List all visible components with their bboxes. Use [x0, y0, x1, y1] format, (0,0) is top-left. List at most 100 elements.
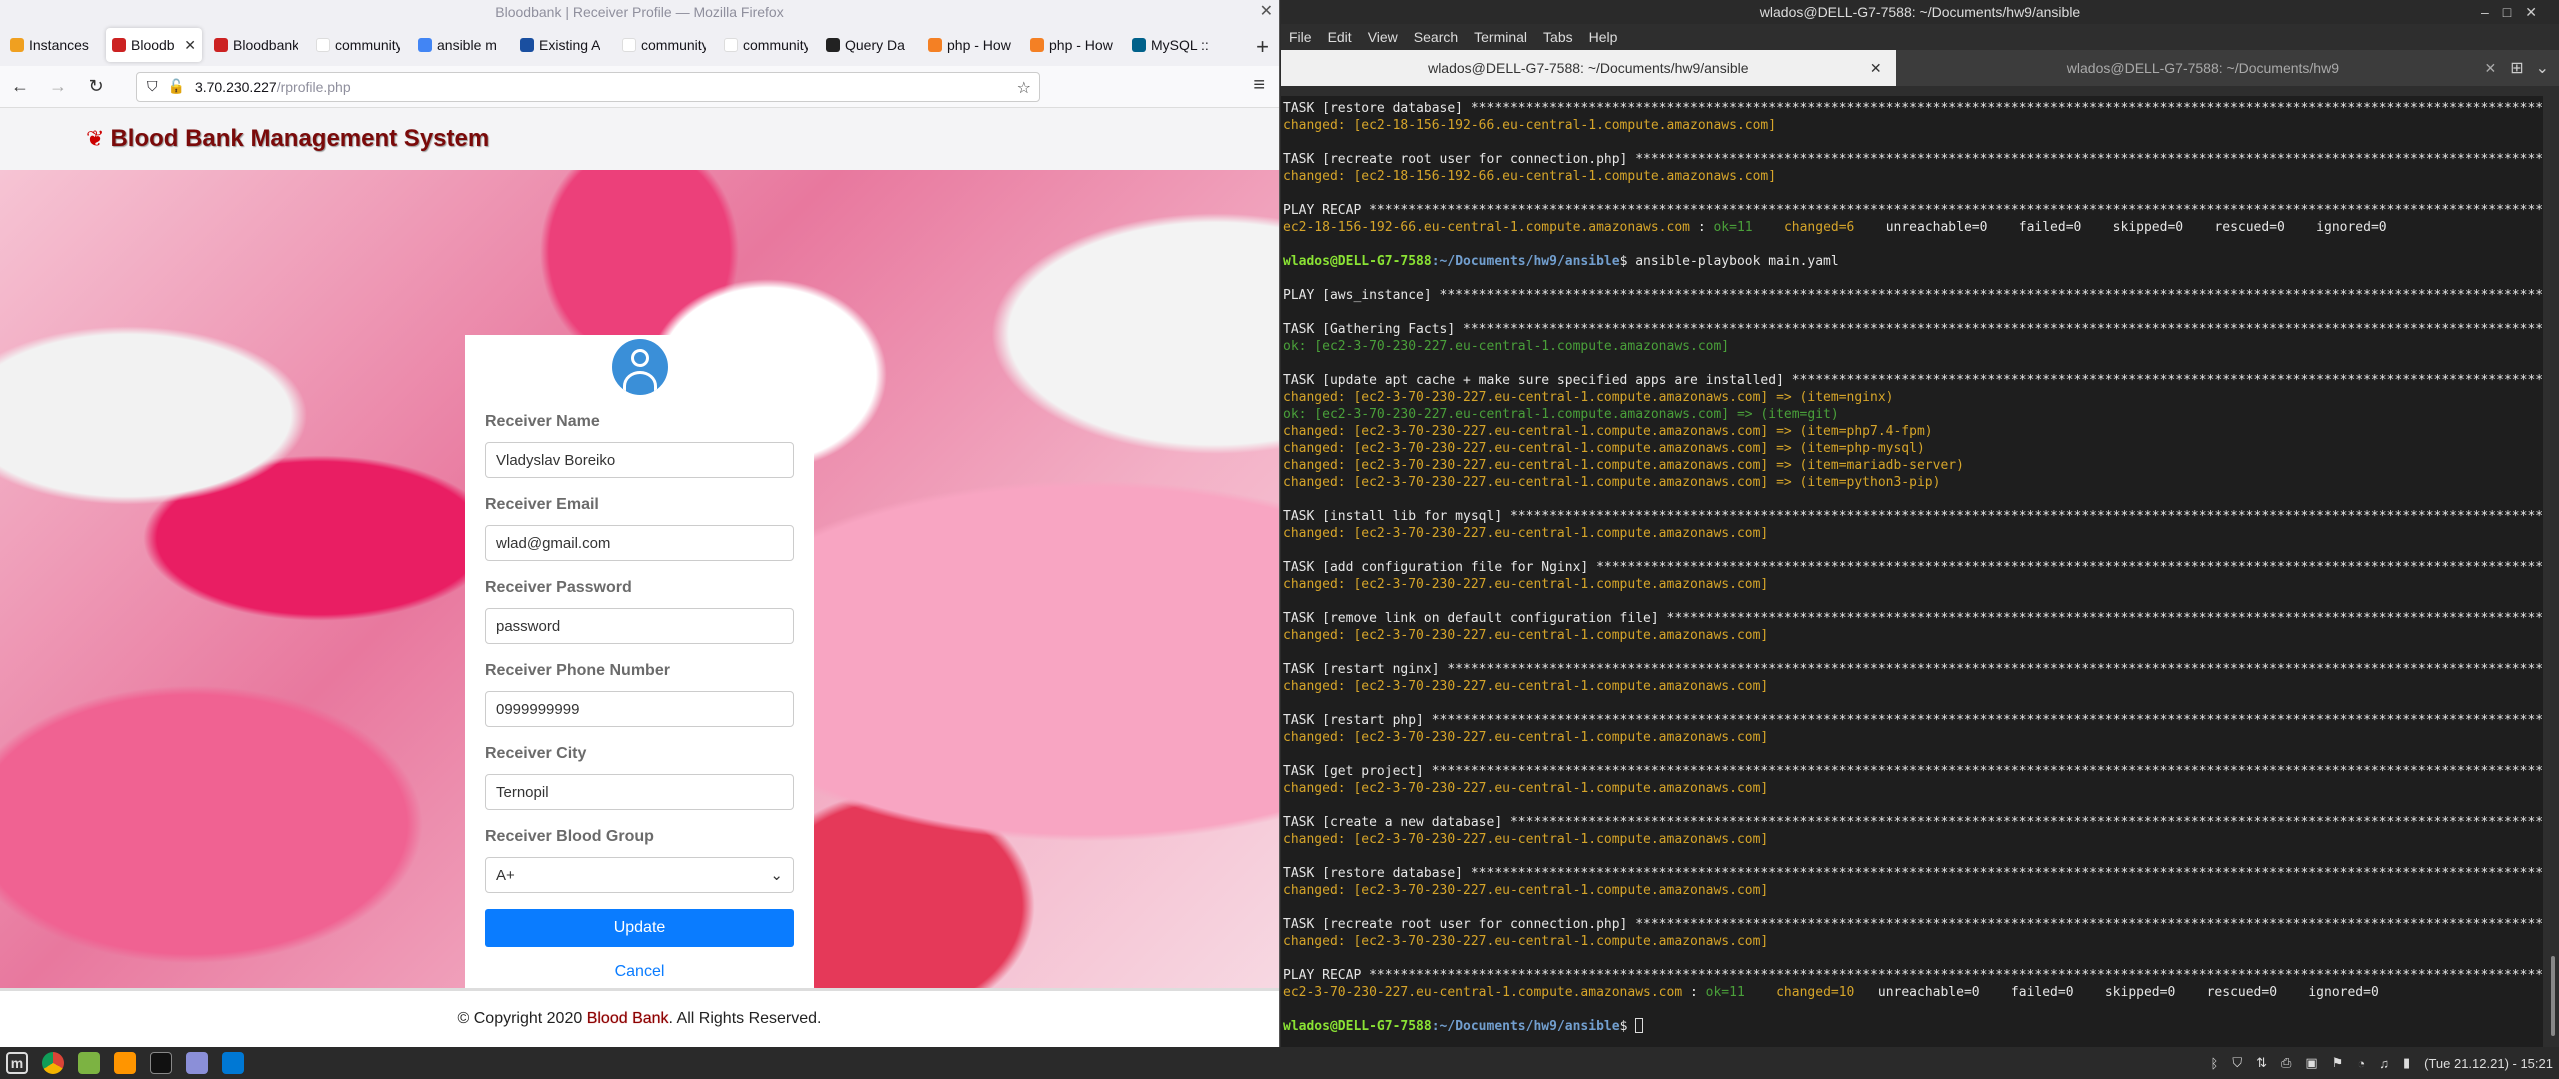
tab-label: Bloodbank: [233, 37, 298, 53]
terminal-menu-item[interactable]: View: [1368, 29, 1398, 45]
firefox-close-window-icon[interactable]: ✕: [1260, 0, 1273, 24]
window-controls-icon[interactable]: –□✕: [2481, 0, 2551, 24]
clock[interactable]: (Tue 21.12.21) - 15:21: [2424, 1056, 2553, 1071]
firefox-window: Bloodbank | Receiver Profile — Mozilla F…: [0, 0, 1280, 1047]
terminal-line: changed: [ec2-3-70-230-227.eu-central-1.…: [1283, 832, 1769, 847]
network-icon[interactable]: ⇅: [2256, 1055, 2267, 1071]
mint-menu-icon[interactable]: m: [6, 1052, 28, 1074]
field-label: Receiver Email: [485, 496, 599, 513]
terminal-line: wlados@DELL-G7-7588:~/Documents/hw9/ansi…: [1283, 254, 1839, 269]
tab-label: Instances: [29, 37, 89, 53]
terminal-line: changed: [ec2-3-70-230-227.eu-central-1.…: [1283, 441, 1925, 456]
site-header: ❦ Blood Bank Management System: [0, 108, 1279, 170]
close-tab-icon[interactable]: ✕: [1870, 60, 1882, 77]
terminal-line: ec2-18-156-192-66.eu-central-1.compute.a…: [1283, 220, 2387, 235]
update-button[interactable]: Update: [485, 909, 794, 947]
keyboard-layout-flag-icon[interactable]: ⚑: [2332, 1055, 2344, 1071]
tab-favicon-icon: [928, 38, 942, 52]
terminal-output[interactable]: TASK [restore database] ****************…: [1281, 96, 2543, 1047]
files-icon[interactable]: [78, 1052, 100, 1074]
browser-tab[interactable]: Query Da: [820, 28, 916, 62]
shield-icon[interactable]: ⛉: [147, 78, 158, 95]
browser-tab[interactable]: php - How: [922, 28, 1018, 62]
form-input[interactable]: Ternopil: [485, 774, 794, 810]
firefox-titlebar: Bloodbank | Receiver Profile — Mozilla F…: [0, 0, 1279, 24]
browser-tab[interactable]: Bloodb ✕: [106, 28, 202, 62]
browser-tab[interactable]: ansible m: [412, 28, 508, 62]
browser-tab[interactable]: community.m: [718, 28, 814, 62]
close-tab-icon[interactable]: ✕: [184, 37, 196, 54]
terminal-line: changed: [ec2-3-70-230-227.eu-central-1.…: [1283, 934, 1769, 949]
blood-group-select[interactable]: A+ ⌄: [485, 857, 794, 893]
tab-favicon-icon: [10, 38, 24, 52]
reload-icon[interactable]: ↻: [86, 76, 106, 97]
firefox-window-title: Bloodbank | Receiver Profile — Mozilla F…: [495, 4, 784, 20]
chrome-icon[interactable]: [42, 1052, 64, 1074]
terminal-line: ok: [ec2-3-70-230-227.eu-central-1.compu…: [1283, 407, 1839, 422]
browser-tab[interactable]: community.m: [616, 28, 712, 62]
terminal-menu-item[interactable]: Edit: [1328, 29, 1352, 45]
vscode-icon[interactable]: [222, 1052, 244, 1074]
form-input[interactable]: wlad@gmail.com: [485, 525, 794, 561]
terminal-menu-item[interactable]: Help: [1589, 29, 1618, 45]
new-tab-icon[interactable]: ⊞: [2510, 58, 2523, 78]
cancel-link[interactable]: Cancel: [485, 963, 794, 981]
wifi-icon[interactable]: ◔: [2357, 1056, 2365, 1071]
terminal-menu-item[interactable]: Search: [1414, 29, 1458, 45]
site-title[interactable]: Blood Bank Management System: [110, 125, 489, 153]
terminal-menu-item[interactable]: File: [1289, 29, 1312, 45]
tab-menu-chevron-icon[interactable]: ⌄: [2536, 58, 2549, 78]
terminal-menu-item[interactable]: Tabs: [1543, 29, 1573, 45]
browser-tab[interactable]: community.m: [310, 28, 406, 62]
text-editor-icon[interactable]: [186, 1052, 208, 1074]
update-icon[interactable]: ▣: [2305, 1055, 2317, 1071]
field-label: Receiver Phone Number: [485, 662, 670, 679]
terminal-tab-ansible[interactable]: wlados@DELL-G7-7588: ~/Documents/hw9/ans…: [1281, 50, 1896, 86]
sound-icon[interactable]: ♫: [2379, 1056, 2389, 1071]
bluetooth-icon[interactable]: ᛒ: [2211, 1056, 2219, 1071]
hamburger-menu-icon[interactable]: ≡: [1253, 74, 1265, 97]
terminal-scrollbar[interactable]: [2551, 956, 2555, 1036]
url-bar[interactable]: ⛉ 🔓 3.70.230.227/rprofile.php ☆: [136, 71, 1040, 102]
browser-tab[interactable]: Existing A: [514, 28, 610, 62]
terminal-menu-item[interactable]: Terminal: [1474, 29, 1527, 45]
new-tab-plus-icon[interactable]: +: [1256, 34, 1269, 60]
terminal-line: TASK [remove link on default configurati…: [1283, 611, 2543, 626]
form-input[interactable]: 0999999999: [485, 691, 794, 727]
back-arrow-icon[interactable]: ←: [10, 76, 30, 97]
form-input[interactable]: Vladyslav Boreiko: [485, 442, 794, 478]
printer-icon[interactable]: ⎙: [2281, 1055, 2291, 1071]
shield-tray-icon[interactable]: ⛉: [2232, 1055, 2242, 1071]
terminal-line: TASK [add configuration file for Nginx] …: [1283, 560, 2543, 575]
terminal-line: TASK [install lib for mysql] ***********…: [1283, 509, 2543, 524]
terminal-line: changed: [ec2-18-156-192-66.eu-central-1…: [1283, 169, 1777, 184]
browser-tab[interactable]: php - How: [1024, 28, 1120, 62]
form-input[interactable]: password: [485, 608, 794, 644]
system-tray: ᛒ ⛉ ⇅ ⎙ ▣ ⚑ ◔ ♫ ▮ (Tue 21.12.21) - 15:21: [2211, 1047, 2554, 1079]
browser-tab[interactable]: Bloodbank: [208, 28, 304, 62]
firefox-icon[interactable]: [114, 1052, 136, 1074]
terminal-icon[interactable]: [150, 1052, 172, 1074]
terminal-line: TASK [restore database] ****************…: [1283, 101, 2543, 116]
browser-tab[interactable]: MySQL ::: [1126, 28, 1222, 62]
blood-group-label: Receiver Blood Group: [485, 828, 654, 845]
blood-group-value: A+: [496, 866, 515, 884]
terminal-tab-hw9[interactable]: wlados@DELL-G7-7588: ~/Documents/hw9 ✕: [1896, 50, 2511, 86]
chevron-down-icon: ⌄: [770, 867, 783, 884]
tab-favicon-icon: [316, 38, 330, 52]
bookmark-star-icon[interactable]: ☆: [1017, 78, 1031, 98]
browser-tab[interactable]: Instances: [4, 28, 100, 62]
insecure-lock-icon[interactable]: 🔓: [168, 78, 185, 95]
forward-arrow-icon[interactable]: →: [48, 76, 68, 97]
battery-icon[interactable]: ▮: [2403, 1055, 2410, 1071]
url-host: 3.70.230.227: [194, 78, 277, 95]
footer-suffix: . All Rights Reserved.: [668, 1010, 822, 1027]
close-tab-icon[interactable]: ✕: [2484, 60, 2496, 77]
tab-favicon-icon: [724, 38, 738, 52]
tab-label: community.m: [641, 37, 706, 53]
